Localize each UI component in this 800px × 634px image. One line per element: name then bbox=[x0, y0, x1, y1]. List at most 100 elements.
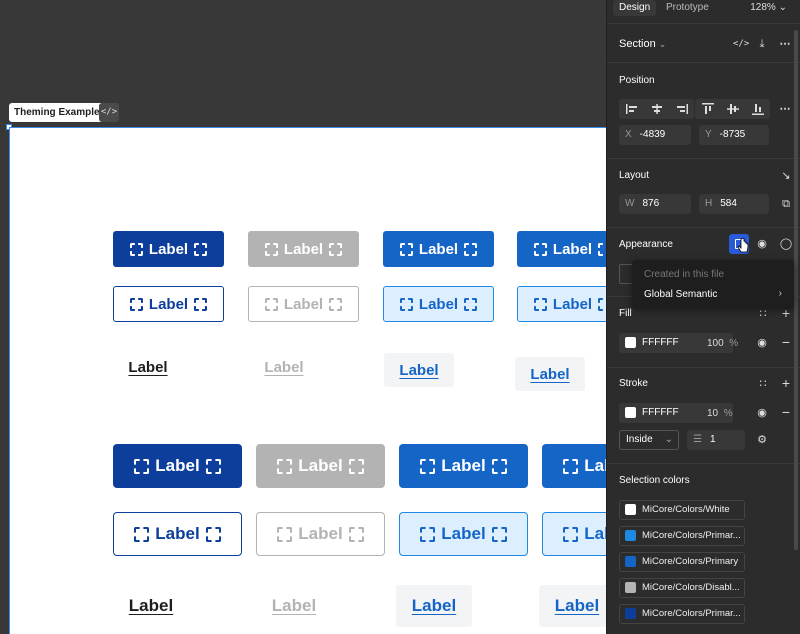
opacity-field[interactable] bbox=[619, 264, 633, 284]
placeholder-icon bbox=[129, 297, 143, 311]
design-canvas[interactable]: Theming Example </> Label Label Label La… bbox=[0, 0, 606, 634]
styles-icon[interactable]: ∷ bbox=[756, 377, 770, 391]
eye-icon[interactable]: ◉ bbox=[755, 406, 769, 420]
section-type-dropdown[interactable]: Section ⌄ bbox=[619, 38, 666, 50]
button-filled-secondary-large[interactable]: Label bbox=[542, 444, 606, 488]
button-outline-primary-large[interactable]: Label bbox=[113, 512, 242, 556]
stroke-opacity[interactable]: 10 % bbox=[707, 408, 733, 419]
button-outline-disabled[interactable]: Label bbox=[248, 286, 359, 322]
global-semantic-item[interactable]: Global Semantic bbox=[644, 289, 717, 300]
button-filled-secondary[interactable]: Label bbox=[517, 231, 606, 267]
button-filled-secondary[interactable]: Label bbox=[383, 231, 494, 267]
button-filled-secondary-large[interactable]: Label bbox=[399, 444, 528, 488]
zoom-dropdown[interactable]: 128% ⌄ bbox=[750, 0, 787, 15]
placeholder-icon bbox=[420, 526, 436, 542]
add-fill-icon[interactable]: + bbox=[779, 306, 793, 320]
placeholder-icon bbox=[348, 526, 364, 542]
placeholder-icon bbox=[348, 458, 364, 474]
stroke-title: Stroke bbox=[619, 378, 648, 389]
more-icon[interactable]: ⋯ bbox=[777, 102, 793, 116]
divider bbox=[607, 62, 800, 63]
button-filled-disabled-large[interactable]: Label bbox=[256, 444, 385, 488]
tab-prototype[interactable]: Prototype bbox=[666, 0, 709, 16]
selection-color-item[interactable]: MiCore/Colors/Primar... bbox=[619, 526, 745, 546]
placeholder-icon bbox=[194, 297, 208, 311]
width-field[interactable]: W 876 bbox=[619, 194, 691, 214]
text-button-blue-large[interactable]: Label bbox=[396, 585, 472, 627]
collapse-icon[interactable]: ↘ bbox=[779, 169, 793, 183]
y-position-field[interactable]: Y -8735 bbox=[699, 125, 769, 145]
align-top-icon[interactable] bbox=[695, 99, 720, 119]
stroke-settings-icon[interactable]: ⚙ bbox=[755, 433, 769, 447]
button-filled-primary-large[interactable]: Label bbox=[113, 444, 242, 488]
eye-icon[interactable]: ◉ bbox=[755, 237, 769, 251]
placeholder-icon bbox=[205, 526, 221, 542]
align-center-icon[interactable] bbox=[644, 99, 669, 119]
text-button-blue-large[interactable]: Label bbox=[539, 585, 606, 627]
stroke-swatch[interactable] bbox=[625, 406, 636, 418]
text-button-blue[interactable]: Label bbox=[384, 353, 454, 387]
fill-opacity[interactable]: 100 % bbox=[707, 338, 738, 349]
color-swatch bbox=[625, 503, 636, 515]
button-outline-light[interactable]: Label bbox=[517, 286, 606, 322]
placeholder-icon bbox=[194, 242, 208, 256]
button-outline-primary[interactable]: Label bbox=[113, 286, 224, 322]
text-button-dark[interactable]: Label bbox=[120, 354, 176, 380]
stroke-weight-field[interactable]: ☰ 1 bbox=[687, 430, 745, 450]
drop-icon[interactable]: ◯ bbox=[779, 237, 793, 251]
align-middle-icon[interactable] bbox=[720, 99, 745, 119]
height-field[interactable]: H 584 bbox=[699, 194, 769, 214]
placeholder-icon bbox=[129, 242, 143, 256]
button-outline-disabled-large[interactable]: Label bbox=[256, 512, 385, 556]
divider bbox=[607, 23, 800, 24]
download-icon[interactable]: ⤓ bbox=[755, 37, 769, 51]
button-outline-light-large[interactable]: Label bbox=[542, 512, 606, 556]
align-right-icon[interactable] bbox=[669, 99, 694, 119]
align-bottom-icon[interactable] bbox=[745, 99, 770, 119]
stroke-position-select[interactable]: Inside ⌄ bbox=[619, 430, 679, 450]
chevron-down-icon: ⌄ bbox=[778, 2, 787, 13]
button-filled-disabled[interactable]: Label bbox=[248, 231, 359, 267]
placeholder-icon bbox=[598, 297, 606, 311]
remove-fill-icon[interactable]: − bbox=[779, 335, 793, 349]
placeholder-icon bbox=[277, 458, 293, 474]
panel-tabs: Design Prototype 128% ⌄ bbox=[607, 0, 800, 16]
text-button-blue[interactable]: Label bbox=[515, 357, 585, 391]
placeholder-icon bbox=[329, 297, 343, 311]
selection-colors-title: Selection colors bbox=[619, 475, 690, 486]
add-stroke-icon[interactable]: + bbox=[779, 376, 793, 390]
more-icon[interactable]: ⋯ bbox=[777, 37, 793, 51]
selection-color-item[interactable]: MiCore/Colors/Primary bbox=[619, 552, 745, 572]
cursor-icon bbox=[737, 238, 749, 253]
styles-icon[interactable]: ∷ bbox=[756, 307, 770, 321]
remove-stroke-icon[interactable]: − bbox=[779, 405, 793, 419]
position-title: Position bbox=[619, 75, 655, 86]
frame-title[interactable]: Theming Example bbox=[9, 103, 105, 122]
code-icon[interactable]: </> bbox=[99, 103, 119, 122]
selection-color-item[interactable]: MiCore/Colors/White bbox=[619, 500, 745, 520]
placeholder-icon bbox=[277, 526, 293, 542]
fill-swatch[interactable] bbox=[625, 336, 636, 348]
placeholder-icon bbox=[329, 242, 343, 256]
divider bbox=[607, 463, 800, 464]
text-button-dark-large[interactable]: Label bbox=[118, 592, 184, 620]
x-position-field[interactable]: X -4839 bbox=[619, 125, 691, 145]
vertical-align-group bbox=[695, 99, 770, 119]
code-icon[interactable]: </> bbox=[733, 37, 749, 51]
chevron-right-icon: › bbox=[778, 288, 782, 299]
text-button-disabled[interactable]: Label bbox=[256, 354, 312, 380]
button-outline-light-large[interactable]: Label bbox=[399, 512, 528, 556]
button-filled-primary[interactable]: Label bbox=[113, 231, 224, 267]
resize-icon[interactable]: ⧉ bbox=[779, 197, 793, 211]
tab-design[interactable]: Design bbox=[613, 0, 657, 16]
button-outline-light[interactable]: Label bbox=[383, 286, 494, 322]
placeholder-icon bbox=[598, 242, 606, 256]
scrollbar[interactable] bbox=[794, 30, 798, 550]
text-button-disabled-large[interactable]: Label bbox=[261, 592, 327, 620]
selection-color-item[interactable]: MiCore/Colors/Disabl... bbox=[619, 578, 745, 598]
align-left-icon[interactable] bbox=[619, 99, 644, 119]
eye-icon[interactable]: ◉ bbox=[755, 336, 769, 350]
theming-frame[interactable]: Label Label Label Label Label Label Labe… bbox=[9, 127, 606, 634]
selection-color-item[interactable]: MiCore/Colors/Primar... bbox=[619, 604, 745, 624]
chevron-down-icon: ⌄ bbox=[664, 434, 673, 445]
